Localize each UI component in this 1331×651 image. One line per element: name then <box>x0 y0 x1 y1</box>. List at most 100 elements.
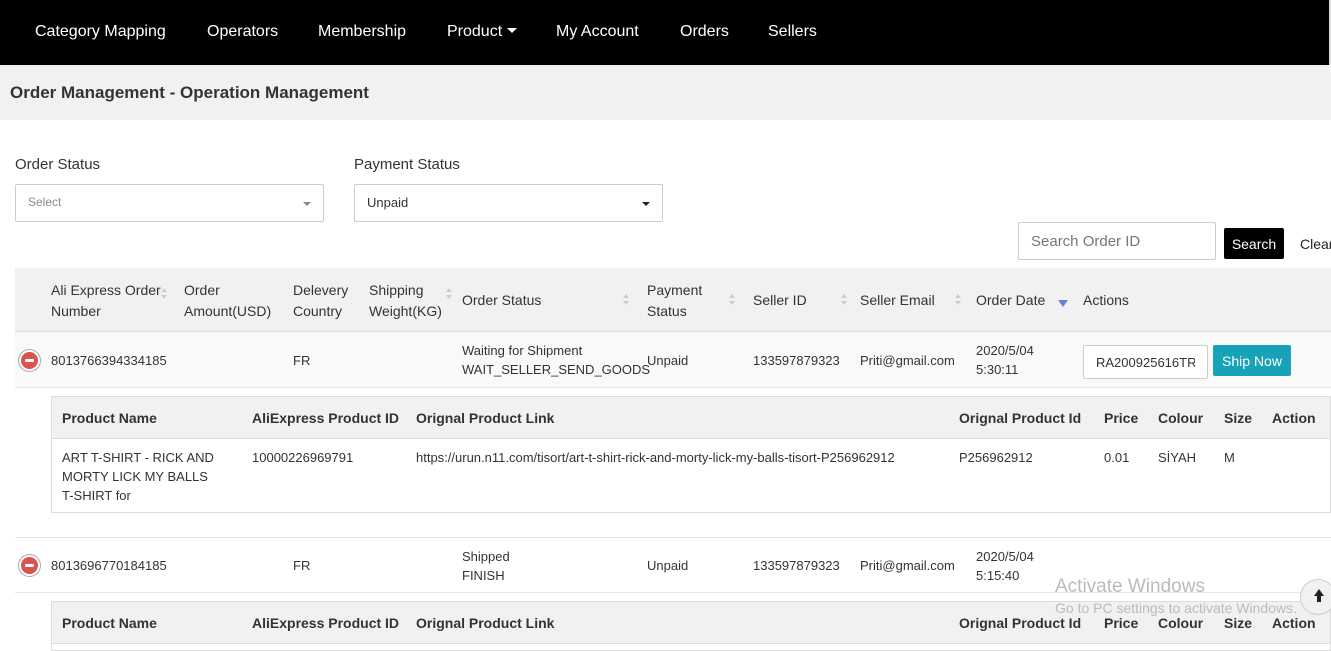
col-order-status[interactable]: Order Status <box>462 290 541 311</box>
nav-my-account[interactable]: My Account <box>556 23 639 41</box>
col-order-number[interactable]: Ali Express Order Number <box>51 280 161 322</box>
sort-icon[interactable] <box>623 294 629 306</box>
nav-category-mapping[interactable]: Category Mapping <box>35 23 166 41</box>
ship-now-button[interactable]: Ship Now <box>1213 345 1291 376</box>
chevron-down-icon <box>303 202 311 206</box>
original-product-link[interactable]: https://urun.n11.com/tisort/art-t-shirt-… <box>416 448 895 467</box>
search-button[interactable]: Search <box>1224 228 1284 259</box>
order-status-text: Waiting for Shipment <box>462 343 583 358</box>
product-colour: SİYAH <box>1158 450 1197 465</box>
col-delivery-country-line2: Country <box>293 303 343 319</box>
product-name: ART T-SHIRT - RICK AND MORTY LICK MY BAL… <box>62 450 214 503</box>
payment-status: Unpaid <box>647 558 689 573</box>
col-payment-status-line2: Status <box>647 303 687 319</box>
payment-status-label: Payment Status <box>354 156 460 173</box>
sort-desc-icon[interactable] <box>1058 300 1068 307</box>
order-date-time: 5:15:40 <box>976 568 1020 583</box>
seller-email: Priti@gmail.com <box>860 353 955 368</box>
col-actions: Actions <box>1083 292 1129 308</box>
payment-status: Unpaid <box>647 353 689 368</box>
col-order-amount-line1: Order <box>184 282 220 298</box>
col-action: Action <box>1272 615 1316 631</box>
delivery-country: FR <box>293 558 311 573</box>
nav-sellers[interactable]: Sellers <box>768 23 817 41</box>
order-number: 8013696770184185 <box>51 558 167 573</box>
col-shipping-weight-line1: Shipping <box>369 282 424 298</box>
col-order-amount-line2: Amount(USD) <box>184 303 272 319</box>
col-product-name: Product Name <box>62 615 157 631</box>
order-date-time: 5:30:11 <box>976 362 1019 377</box>
sort-icon[interactable] <box>955 294 961 306</box>
col-colour: Colour <box>1158 615 1204 631</box>
order-date-day: 2020/5/04 <box>976 343 1034 358</box>
clear-button[interactable]: Clear <box>1300 236 1331 252</box>
order-date: 2020/5/04 5:30:11 <box>976 341 1034 379</box>
sort-icon[interactable] <box>161 288 167 300</box>
col-product-name: Product Name <box>62 410 157 426</box>
col-original-product-id: Orignal Product Id <box>959 410 1082 426</box>
nav-operators[interactable]: Operators <box>207 23 278 41</box>
col-size: Size <box>1224 410 1253 426</box>
col-delivery-country[interactable]: Delevery Country <box>293 280 348 322</box>
product-subtable-header: Product Name AliExpress Product ID Orign… <box>52 602 1330 644</box>
nav-membership[interactable]: Membership <box>318 23 406 41</box>
order-row: 8013696770184185 FR Shipped FINISH Unpai… <box>15 537 1331 593</box>
order-status-value: Select <box>28 195 62 209</box>
seller-email: Priti@gmail.com <box>860 558 955 573</box>
col-order-number-line2: Number <box>51 303 101 319</box>
col-aliexpress-product-id: AliExpress Product ID <box>252 615 400 631</box>
scroll-to-top-icon[interactable] <box>1300 579 1331 615</box>
nav-orders[interactable]: Orders <box>680 23 729 41</box>
order-date-day: 2020/5/04 <box>976 549 1034 564</box>
sort-icon[interactable] <box>446 288 452 300</box>
nav-product[interactable]: Product <box>447 23 518 41</box>
col-seller-id[interactable]: Seller ID <box>753 290 807 311</box>
col-original-product-link: Orignal Product Link <box>416 615 555 631</box>
collapse-row-icon[interactable] <box>21 352 38 369</box>
seller-id: 133597879323 <box>753 353 840 368</box>
search-order-id-input[interactable] <box>1018 222 1216 260</box>
aliexpress-product-id: 10000226969791 <box>252 450 354 465</box>
delivery-country: FR <box>293 353 311 368</box>
order-status-code: FINISH <box>462 568 505 583</box>
page-title: Order Management - Operation Management <box>10 83 369 102</box>
original-product-id: P256962912 <box>959 450 1033 465</box>
product-subtable: Product Name AliExpress Product ID Orign… <box>51 396 1331 513</box>
order-status-select[interactable]: Select <box>15 184 324 222</box>
order-status: Shipped FINISH <box>462 547 510 585</box>
col-shipping-weight[interactable]: Shipping Weight(KG) <box>369 280 442 322</box>
col-order-amount[interactable]: Order Amount(USD) <box>184 280 271 322</box>
payment-status-select[interactable]: Unpaid <box>354 184 663 222</box>
sort-icon[interactable] <box>841 294 847 306</box>
order-status-label: Order Status <box>15 156 101 173</box>
product-subtable-header: Product Name AliExpress Product ID Orign… <box>52 397 1330 439</box>
order-date: 2020/5/04 5:15:40 <box>976 547 1034 585</box>
col-size: Size <box>1224 615 1253 631</box>
page-header: Order Management - Operation Management <box>0 65 1331 120</box>
col-price: Price <box>1104 410 1139 426</box>
order-number: 8013766394334185 <box>51 353 167 368</box>
col-price: Price <box>1104 615 1139 631</box>
caret-down-icon <box>507 28 518 33</box>
order-status-code: WAIT_SELLER_SEND_GOODS <box>462 362 651 377</box>
order-status: Waiting for Shipment WAIT_SELLER_SEND_GO… <box>462 341 650 379</box>
col-order-date[interactable]: Order Date <box>976 290 1045 311</box>
payment-status-value: Unpaid <box>367 195 409 210</box>
col-shipping-weight-line2: Weight(KG) <box>369 303 442 319</box>
nav-product-label: Product <box>447 23 503 40</box>
order-row: 8013766394334185 FR Waiting for Shipment… <box>15 332 1331 388</box>
tracking-number-input[interactable] <box>1083 345 1208 379</box>
col-aliexpress-product-id: AliExpress Product ID <box>252 410 400 426</box>
col-delivery-country-line1: Delevery <box>293 282 349 298</box>
col-seller-email[interactable]: Seller Email <box>860 290 935 311</box>
sort-icon[interactable] <box>729 294 735 306</box>
col-action: Action <box>1272 410 1316 426</box>
seller-id: 133597879323 <box>753 558 840 573</box>
product-price: 0.01 <box>1104 450 1130 465</box>
col-payment-status-line1: Payment <box>647 282 703 298</box>
chevron-down-icon <box>642 202 650 206</box>
product-size: M <box>1224 450 1235 465</box>
collapse-row-icon[interactable] <box>21 557 38 574</box>
col-order-number-line1: Ali Express Order <box>51 282 161 298</box>
col-payment-status[interactable]: Payment Status <box>647 280 702 322</box>
